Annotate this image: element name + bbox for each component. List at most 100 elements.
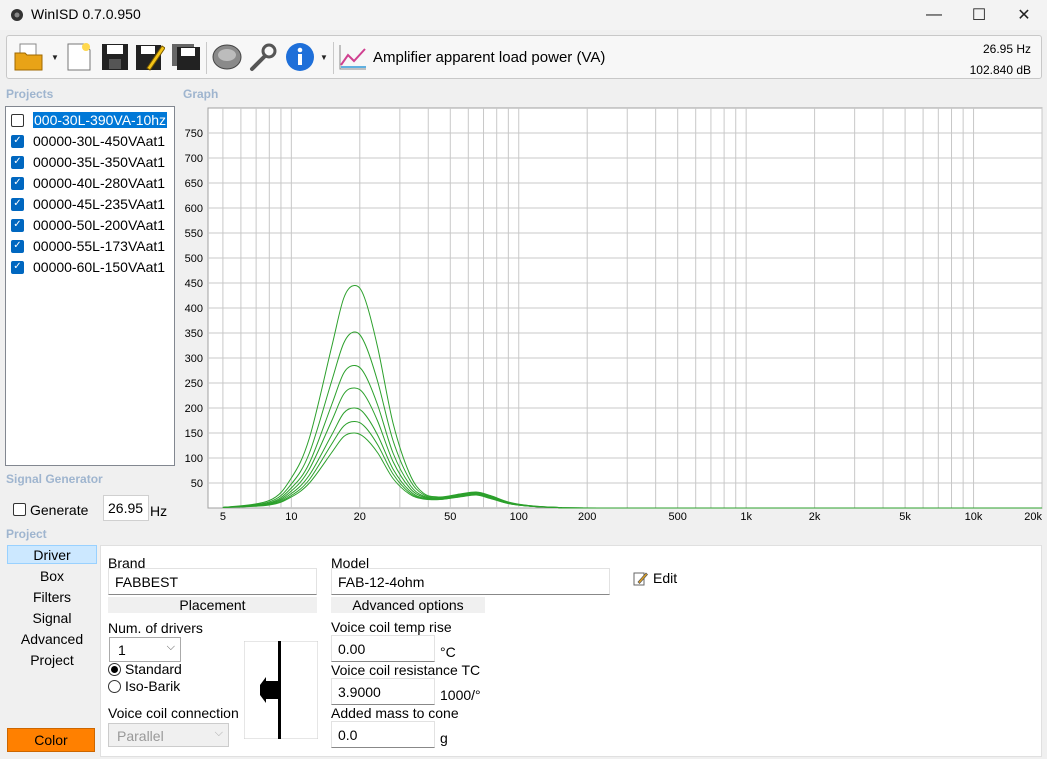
cursor-level-readout: 102.840 dB xyxy=(969,63,1031,77)
y-tick-label: 450 xyxy=(185,278,203,290)
new-button[interactable] xyxy=(63,40,95,74)
vc-resistance-field[interactable]: 3.9000 xyxy=(331,678,435,705)
project-name: 00000-50L-200VAat1 xyxy=(33,217,166,233)
minimize-button[interactable]: — xyxy=(911,0,957,30)
project-list-item[interactable]: 000-30L-390VA-10hz xyxy=(11,110,169,130)
x-tick-label: 20k xyxy=(1024,511,1042,522)
num-drivers-value: 1 xyxy=(118,642,126,658)
vc-resistance-unit: 1000/° xyxy=(440,687,481,703)
graph-type-button[interactable] xyxy=(337,40,369,74)
project-list-item[interactable]: ✓ 00000-40L-280VAat1 xyxy=(11,173,165,193)
nav-signal[interactable]: Signal xyxy=(7,610,97,626)
open-button[interactable] xyxy=(13,40,45,74)
y-tick-label: 550 xyxy=(185,228,203,240)
project-name: 00000-35L-350VAat1 xyxy=(33,154,166,170)
about-dropdown-arrow[interactable]: ▼ xyxy=(320,53,328,62)
nav-driver[interactable]: Driver xyxy=(7,547,97,563)
toolbar: ▼ ▼ Amplifier apparent load power (VA) 2… xyxy=(6,35,1042,79)
isobarik-radio-dot xyxy=(108,679,121,693)
open-dropdown-arrow[interactable]: ▼ xyxy=(51,53,59,62)
driver-icon xyxy=(212,44,242,70)
generator-frequency-input[interactable]: 26.95 xyxy=(103,495,149,521)
x-tick-label: 10 xyxy=(285,511,297,522)
project-checkbox[interactable] xyxy=(11,113,24,127)
project-list-item[interactable]: ✓ 00000-30L-450VAat1 xyxy=(11,131,165,151)
project-checkbox[interactable]: ✓ xyxy=(11,239,24,253)
placement-header: Placement xyxy=(108,597,317,613)
y-tick-labels: 50 100 150 200 250 300 350 400 450 500 550 600 650 70… xyxy=(185,128,203,490)
driver-panel: Brand FABBEST Model FAB-12-4ohm Edit Pla… xyxy=(100,545,1042,757)
open-folder-icon xyxy=(14,43,43,71)
project-list-item[interactable]: ✓ 00000-60L-150VAat1 xyxy=(11,257,165,277)
vc-connection-select[interactable]: Parallel ⌵ xyxy=(108,723,229,747)
project-list-item[interactable]: ✓ 00000-35L-350VAat1 xyxy=(11,152,165,172)
generate-label: Generate xyxy=(30,502,89,518)
x-tick-label: 1k xyxy=(740,511,752,522)
minimize-icon: — xyxy=(926,6,942,23)
response-graph[interactable]: 5010015020025030035040045050055060065070… xyxy=(180,102,1044,522)
edit-pencil-icon xyxy=(633,571,648,585)
num-drivers-label: Num. of drivers xyxy=(108,620,203,636)
wrench-icon xyxy=(250,43,277,71)
project-checkbox[interactable]: ✓ xyxy=(11,260,24,274)
x-tick-labels: 5 10 20 50 100 200 500 1k 2k 5k 10k 20k xyxy=(220,511,1043,522)
num-drivers-select[interactable]: 1 ⌵ xyxy=(109,637,181,662)
added-mass-label: Added mass to cone xyxy=(331,705,459,721)
options-button[interactable] xyxy=(247,40,279,74)
about-button[interactable] xyxy=(284,40,316,74)
standard-radio-dot xyxy=(108,662,121,676)
driver-editor-button[interactable] xyxy=(211,40,243,74)
save-all-icon xyxy=(172,44,200,70)
project-name: 000-30L-390VA-10hz xyxy=(31,111,169,129)
save-all-button[interactable] xyxy=(170,40,202,74)
save-button[interactable] xyxy=(99,40,131,74)
model-field[interactable]: FAB-12-4ohm xyxy=(331,568,610,595)
project-list-item[interactable]: ✓ 00000-45L-235VAat1 xyxy=(11,194,165,214)
vc-connection-value: Parallel xyxy=(117,728,164,744)
projects-list[interactable]: 000-30L-390VA-10hz ✓ 00000-30L-450VAat1 ✓ 00… xyxy=(5,106,175,466)
project-checkbox[interactable]: ✓ xyxy=(11,197,24,211)
edit-button[interactable]: Edit xyxy=(633,570,677,586)
toolbar-separator xyxy=(333,42,334,74)
project-checkbox[interactable]: ✓ xyxy=(11,176,24,190)
vc-temp-label: Voice coil temp rise xyxy=(331,619,452,635)
close-button[interactable]: ✕ xyxy=(1001,0,1047,30)
maximize-button[interactable]: ☐ xyxy=(956,0,1002,30)
added-mass-unit: g xyxy=(440,730,448,746)
nav-filters[interactable]: Filters xyxy=(7,589,97,605)
project-checkbox[interactable]: ✓ xyxy=(11,134,24,148)
nav-advanced[interactable]: Advanced xyxy=(7,631,97,647)
nav-box[interactable]: Box xyxy=(7,568,97,584)
vc-resistance-label: Voice coil resistance TC xyxy=(331,662,481,678)
vc-temp-field[interactable]: 0.00 xyxy=(331,635,435,662)
project-list-item[interactable]: ✓ 00000-55L-173VAat1 xyxy=(11,236,165,256)
generate-checkbox[interactable] xyxy=(13,503,26,516)
color-button[interactable]: Color xyxy=(7,728,95,752)
project-checkbox[interactable]: ✓ xyxy=(11,155,24,169)
maximize-icon: ☐ xyxy=(971,7,987,24)
x-tick-label: 200 xyxy=(578,511,596,522)
y-tick-label: 300 xyxy=(185,353,203,365)
added-mass-field[interactable]: 0.0 xyxy=(331,721,435,748)
project-section-label: Project xyxy=(6,527,47,541)
brand-field[interactable]: FABBEST xyxy=(108,568,317,595)
project-checkbox[interactable]: ✓ xyxy=(11,218,24,232)
save-as-icon xyxy=(136,45,165,71)
y-tick-label: 400 xyxy=(185,303,203,315)
nav-project[interactable]: Project xyxy=(7,652,97,668)
project-name: 00000-60L-150VAat1 xyxy=(33,259,166,275)
info-icon xyxy=(286,43,314,71)
project-list-item[interactable]: ✓ 00000-50L-200VAat1 xyxy=(11,215,165,235)
y-tick-label: 350 xyxy=(185,328,203,340)
y-tick-label: 600 xyxy=(185,203,203,215)
isobarik-radio[interactable]: Iso-Barik xyxy=(108,678,180,694)
standard-radio[interactable]: Standard xyxy=(108,661,182,677)
app-speaker-icon xyxy=(11,9,23,21)
project-name: 00000-55L-173VAat1 xyxy=(33,238,166,254)
graph-type-selector[interactable]: Amplifier apparent load power (VA) xyxy=(373,49,605,66)
projects-section-label: Projects xyxy=(6,87,54,101)
y-tick-label: 100 xyxy=(185,453,203,465)
project-name: 00000-45L-235VAat1 xyxy=(33,196,166,212)
save-as-button[interactable] xyxy=(134,40,166,74)
vc-temp-unit: °C xyxy=(440,644,456,660)
